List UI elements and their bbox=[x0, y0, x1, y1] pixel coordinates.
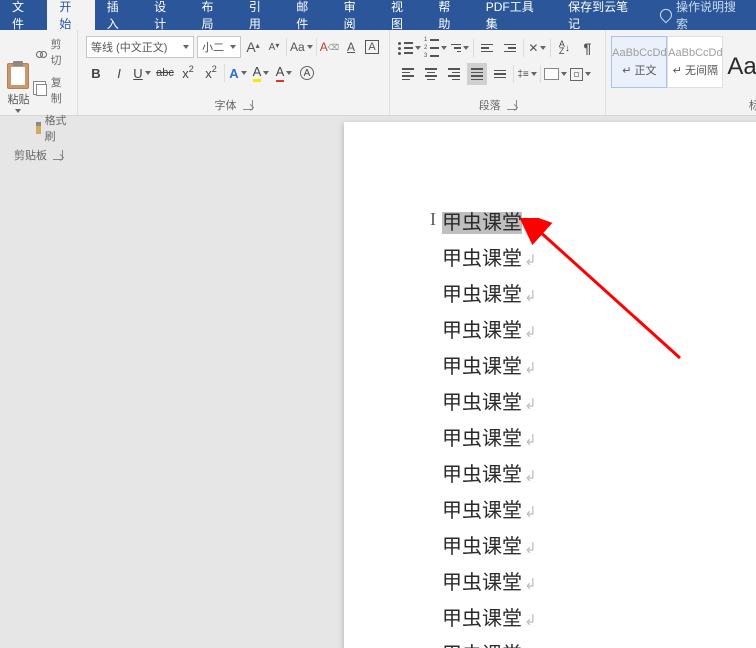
style-heading-preview[interactable]: AaBb bbox=[723, 32, 756, 94]
tab-home[interactable]: 开始 bbox=[47, 0, 94, 30]
document-line[interactable]: 甲虫课堂↲ bbox=[442, 458, 756, 494]
numbering-button[interactable]: 123 bbox=[424, 37, 447, 59]
copy-icon bbox=[36, 84, 47, 96]
document-line[interactable]: 甲虫课堂↲ bbox=[442, 278, 756, 314]
document-page[interactable]: 甲虫课堂↲甲虫课堂↲甲虫课堂↲甲虫课堂↲甲虫课堂↲甲虫课堂↲甲虫课堂↲甲虫课堂↲… bbox=[344, 122, 756, 648]
superscript-button[interactable]: x2 bbox=[201, 62, 221, 84]
document-line[interactable]: 甲虫课堂↲ bbox=[442, 350, 756, 386]
show-mark-button[interactable]: ¶ bbox=[577, 37, 597, 59]
font-name-select[interactable]: 等线 (中文正文) bbox=[86, 36, 194, 58]
scissors-icon bbox=[36, 46, 47, 58]
tab-cloud[interactable]: 保存到云笔记 bbox=[556, 0, 650, 30]
text-effects-button[interactable]: A bbox=[228, 62, 248, 84]
text-cursor-icon: I bbox=[430, 209, 436, 230]
document-line[interactable]: 甲虫课堂↲ bbox=[442, 242, 756, 278]
ribbon: 粘贴 剪切 复制 格式刷 剪贴板 等线 (中文正文) 小二 A▴ A▾ Aa A… bbox=[0, 30, 756, 116]
align-left-button[interactable] bbox=[398, 63, 418, 85]
subscript-button[interactable]: x2 bbox=[178, 62, 198, 84]
shrink-font-button[interactable]: A▾ bbox=[265, 36, 283, 58]
tab-review[interactable]: 审阅 bbox=[332, 0, 379, 30]
clear-format-button[interactable]: A⌫ bbox=[320, 36, 339, 58]
paragraph-expander-icon[interactable] bbox=[507, 100, 517, 110]
tab-view[interactable]: 视图 bbox=[379, 0, 426, 30]
tell-me-label: 操作说明搜索 bbox=[676, 0, 746, 32]
paragraph-group-label: 段落 bbox=[479, 97, 501, 113]
bold-button[interactable]: B bbox=[86, 62, 106, 84]
group-font: 等线 (中文正文) 小二 A▴ A▾ Aa A⌫ A A B I U abc x… bbox=[78, 30, 390, 115]
document-line[interactable]: 甲虫课堂↲ bbox=[442, 530, 756, 566]
document-line[interactable]: 甲虫课堂↲ bbox=[442, 602, 756, 638]
bullets-button[interactable] bbox=[398, 37, 421, 59]
strike-button[interactable]: abc bbox=[155, 62, 175, 84]
tell-me-search[interactable]: 操作说明搜索 bbox=[650, 0, 756, 30]
indent-inc-button[interactable] bbox=[500, 37, 520, 59]
multilevel-button[interactable] bbox=[450, 37, 470, 59]
shading-button[interactable] bbox=[544, 63, 567, 85]
document-line[interactable]: 甲虫课堂↲ bbox=[442, 638, 756, 648]
document-line[interactable]: 甲虫课堂↲ bbox=[442, 566, 756, 602]
copy-button[interactable]: 复制 bbox=[36, 74, 70, 106]
document-line[interactable]: 甲虫课堂↲ bbox=[442, 422, 756, 458]
change-case-button[interactable]: Aa bbox=[290, 36, 313, 58]
underline-button[interactable]: U bbox=[132, 62, 152, 84]
char-border-button[interactable]: A bbox=[363, 36, 381, 58]
tab-design[interactable]: 设计 bbox=[142, 0, 189, 30]
phonetic-button[interactable]: A bbox=[342, 36, 360, 58]
tab-layout[interactable]: 布局 bbox=[190, 0, 237, 30]
cut-button[interactable]: 剪切 bbox=[36, 36, 70, 68]
styles-partial-label: 标题 1 bbox=[749, 97, 756, 113]
tab-references[interactable]: 引用 bbox=[237, 0, 284, 30]
grow-font-button[interactable]: A▴ bbox=[244, 36, 262, 58]
align-right-button[interactable] bbox=[444, 63, 464, 85]
line-spacing-button[interactable]: ‡≡ bbox=[517, 63, 537, 85]
menu-tabs: 文件 开始 插入 设计 布局 引用 邮件 审阅 视图 帮助 PDF工具集 保存到… bbox=[0, 0, 756, 30]
document-workspace[interactable]: 甲虫课堂↲甲虫课堂↲甲虫课堂↲甲虫课堂↲甲虫课堂↲甲虫课堂↲甲虫课堂↲甲虫课堂↲… bbox=[0, 116, 756, 648]
ltr-button[interactable]: ✕ bbox=[527, 37, 547, 59]
tab-help[interactable]: 帮助 bbox=[426, 0, 473, 30]
document-line[interactable]: 甲虫课堂↲ bbox=[442, 494, 756, 530]
document-line[interactable]: 甲虫课堂↲ bbox=[442, 386, 756, 422]
enclosed-char-button[interactable]: A bbox=[297, 62, 317, 84]
tab-mail[interactable]: 邮件 bbox=[284, 0, 331, 30]
align-center-button[interactable] bbox=[421, 63, 441, 85]
highlight-button[interactable]: A bbox=[251, 62, 271, 84]
tab-insert[interactable]: 插入 bbox=[95, 0, 142, 30]
group-paragraph: 123 ✕ AZ↓ ¶ ‡≡ bbox=[390, 30, 606, 115]
align-dist-button[interactable] bbox=[490, 63, 510, 85]
font-expander-icon[interactable] bbox=[243, 100, 253, 110]
tab-pdf[interactable]: PDF工具集 bbox=[474, 0, 556, 30]
sort-button[interactable]: AZ↓ bbox=[554, 37, 574, 59]
font-group-label: 字体 bbox=[215, 97, 237, 113]
borders-button[interactable] bbox=[570, 63, 591, 85]
chevron-down-icon bbox=[230, 45, 236, 49]
paste-icon[interactable] bbox=[7, 63, 29, 89]
indent-dec-button[interactable] bbox=[477, 37, 497, 59]
style-no-spacing[interactable]: AaBbCcDd ↵ 无间隔 bbox=[667, 36, 723, 88]
tab-file[interactable]: 文件 bbox=[0, 0, 47, 30]
align-justify-button[interactable] bbox=[467, 63, 487, 85]
chevron-down-icon bbox=[183, 45, 189, 49]
bulb-icon bbox=[658, 7, 675, 24]
font-color-button[interactable]: A bbox=[274, 62, 294, 84]
borders-icon bbox=[570, 68, 583, 81]
style-normal[interactable]: AaBbCcDd ↵ 正文 bbox=[611, 36, 667, 88]
font-size-select[interactable]: 小二 bbox=[197, 36, 241, 58]
paste-dropdown-icon[interactable] bbox=[15, 109, 21, 113]
paste-button[interactable]: 粘贴 bbox=[7, 91, 29, 107]
document-line[interactable]: 甲虫课堂↲ bbox=[442, 206, 756, 242]
italic-button[interactable]: I bbox=[109, 62, 129, 84]
shading-icon bbox=[544, 68, 559, 80]
document-line[interactable]: 甲虫课堂↲ bbox=[442, 314, 756, 350]
group-styles: AaBbCcDd ↵ 正文 AaBbCcDd ↵ 无间隔 AaBb 标题 1 bbox=[606, 30, 756, 115]
group-clipboard: 粘贴 剪切 复制 格式刷 剪贴板 bbox=[0, 30, 78, 115]
